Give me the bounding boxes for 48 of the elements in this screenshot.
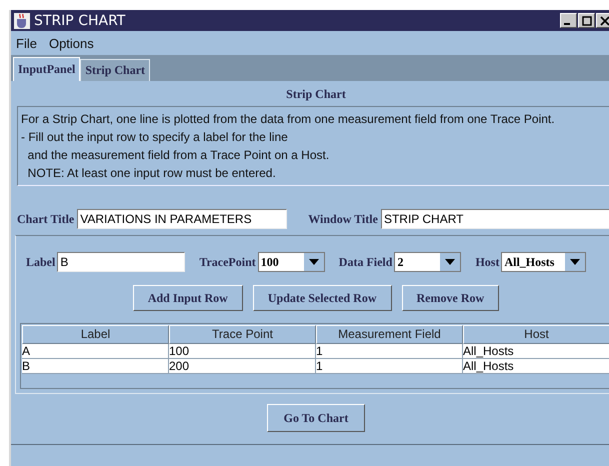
column-header[interactable]: Host <box>463 325 609 344</box>
table-cell: B <box>22 359 169 374</box>
field-label: Label <box>26 254 56 270</box>
description-line: NOTE: At least one input row must be entered. <box>26 165 277 182</box>
combo-box[interactable]: 2 <box>394 252 462 272</box>
close-button[interactable] <box>596 13 609 28</box>
column-header[interactable]: Label <box>22 325 169 344</box>
text-field[interactable]: B <box>57 252 186 272</box>
field-label: Window Title <box>308 212 378 226</box>
menu-item[interactable]: Options <box>48 36 94 50</box>
minimize-button[interactable] <box>560 13 577 28</box>
table-cell: 1 <box>316 359 463 374</box>
window-title: STRIP CHART <box>34 12 126 28</box>
minimize-icon <box>564 22 570 24</box>
field-label: Host <box>475 254 500 270</box>
dropdown-arrow-icon <box>570 259 580 265</box>
go-to-chart-button[interactable]: Go To Chart <box>266 404 366 432</box>
table-cell: All_Hosts <box>463 344 609 359</box>
table-cell: 1 <box>316 344 463 359</box>
action-button[interactable]: Remove Row <box>402 285 500 311</box>
combo-box[interactable]: 100 <box>258 252 325 272</box>
maximize-icon <box>582 16 592 26</box>
action-button[interactable]: Update Selected Row <box>252 285 392 311</box>
description-line: - Fill out the input row to specify a label for the line <box>21 129 289 146</box>
table-cell: All_Hosts <box>463 359 609 374</box>
field-label: TracePoint <box>199 254 256 270</box>
column-header[interactable]: Measurement Field <box>316 325 463 344</box>
cup-icon <box>13 12 31 30</box>
description-line: For a Strip Chart, one line is plotted from the data from one measurement field from one Trace Point. <box>21 111 556 128</box>
text-field[interactable]: STRIP CHART <box>380 209 609 229</box>
field-label: Chart Title <box>17 212 74 226</box>
column-header[interactable]: Trace Point <box>169 325 316 344</box>
maximize-button[interactable] <box>578 13 595 28</box>
table-cell: A <box>22 344 169 359</box>
combo-box[interactable]: All_Hosts <box>501 252 586 272</box>
action-button[interactable]: Add Input Row <box>132 285 243 311</box>
table-cell: 100 <box>169 344 316 359</box>
description-line: and the measurement field from a Trace Point on a Host. <box>26 147 330 164</box>
panel-heading: Strip Chart <box>285 86 347 103</box>
menu-item[interactable]: File <box>16 36 37 50</box>
dropdown-arrow-icon <box>445 259 456 265</box>
close-icon <box>600 16 609 26</box>
text-field[interactable]: VARIATIONS IN PARAMETERS <box>77 209 288 229</box>
tab[interactable]: InputPanel <box>13 57 80 81</box>
dropdown-arrow-icon <box>308 259 319 265</box>
field-label: Data Field <box>338 254 392 270</box>
tab[interactable]: Strip Chart <box>80 59 150 81</box>
table-cell: 200 <box>169 359 316 374</box>
